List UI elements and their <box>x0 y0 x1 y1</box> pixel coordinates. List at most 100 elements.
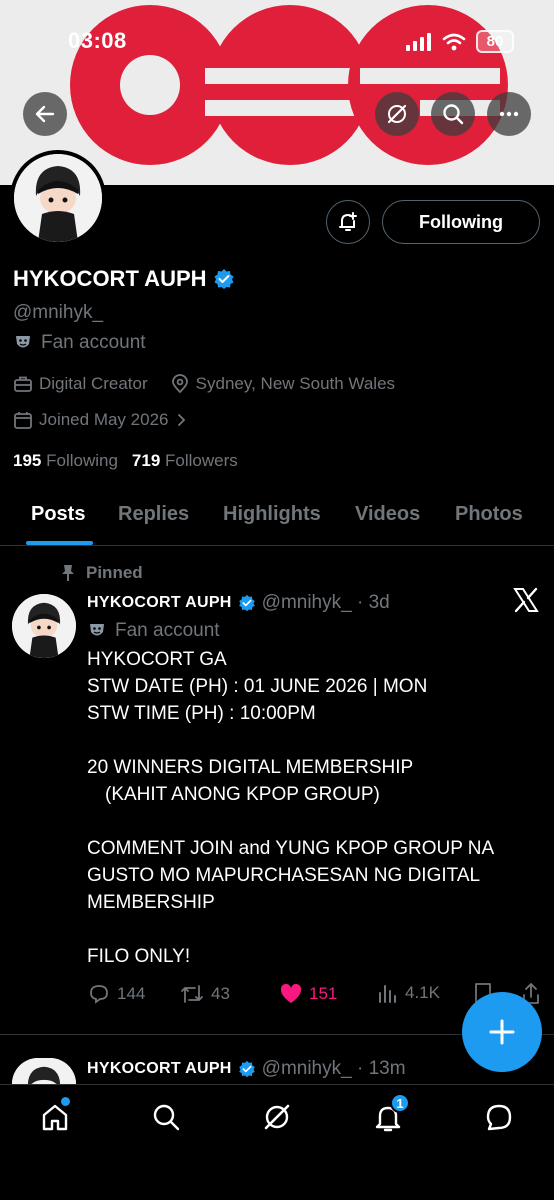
briefcase-icon <box>14 376 32 392</box>
bottom-navigation: 1 <box>0 1084 554 1200</box>
tab-videos[interactable]: Videos <box>355 503 420 526</box>
profile-name-row: HYKOCORT AUPH <box>13 266 235 292</box>
search-icon <box>443 104 464 125</box>
home-unread-dot <box>61 1097 70 1106</box>
post-line <box>87 916 527 943</box>
wifi-icon <box>442 33 466 50</box>
pinned-label: Pinned <box>86 563 143 582</box>
reply-icon <box>90 985 108 1004</box>
profile-category: Digital Creator <box>39 374 148 393</box>
back-button[interactable] <box>23 92 67 136</box>
search-icon <box>153 1104 180 1131</box>
profile-joined: Joined May 2026 <box>39 410 169 429</box>
avatar-chibi-image <box>14 154 102 242</box>
notifications-badge: 1 <box>390 1093 410 1113</box>
profile-avatar[interactable] <box>10 150 106 246</box>
profile-location: Sydney, New South Wales <box>195 374 396 393</box>
profile-name: HYKOCORT AUPH <box>13 266 207 291</box>
bell-plus-icon <box>339 212 357 231</box>
pinned-indicator: Pinned <box>60 563 143 583</box>
plus-icon <box>489 1019 515 1045</box>
profile-label-text: Fan account <box>41 332 146 353</box>
post-header: HYKOCORT AUPH @mnihyk_ · 13m <box>87 1058 406 1080</box>
profile-joined-row[interactable]: Joined May 2026 <box>13 410 188 430</box>
search-button[interactable] <box>431 92 475 136</box>
verified-badge-icon <box>238 1060 255 1078</box>
status-time: 03:08 <box>68 28 127 53</box>
post-handle-time: @mnihyk_ · 13m <box>261 1058 406 1079</box>
following-button[interactable]: Following <box>382 200 540 244</box>
chevron-right-icon <box>178 414 186 426</box>
profile-meta-row: Digital Creator Sydney, New South Wales <box>13 374 395 394</box>
followers-stat[interactable]: 719 Followers <box>132 451 238 471</box>
grok-icon <box>264 1104 290 1130</box>
pin-icon <box>62 565 74 581</box>
post-line: GUSTO MO MAPURCHASESAN NG DIGITAL <box>87 865 481 886</box>
like-button[interactable]: 151 <box>279 982 337 1006</box>
heart-filled-icon <box>280 983 302 1003</box>
verified-badge-icon[interactable] <box>213 268 235 290</box>
calendar-icon <box>14 412 32 429</box>
post-line: STW TIME (PH) : 10:00PM <box>87 703 316 724</box>
follow-stats: 195 Following 719 Followers <box>13 451 238 471</box>
tab-photos[interactable]: Photos <box>455 503 523 526</box>
views-count: 4.1K <box>405 983 440 1002</box>
repost-count: 43 <box>211 984 230 1003</box>
post-line <box>87 808 527 835</box>
location-pin-icon <box>171 374 188 394</box>
post-header: HYKOCORT AUPH @mnihyk_ · 3d <box>87 592 390 614</box>
verified-badge-icon <box>238 594 255 612</box>
reply-button[interactable]: 144 <box>87 982 145 1006</box>
active-tab-indicator <box>26 541 93 545</box>
post-author-name[interactable]: HYKOCORT AUPH <box>87 1060 232 1078</box>
profile-handle: @mnihyk_ <box>13 302 104 323</box>
grok-button[interactable] <box>375 92 419 136</box>
post-line: (KAHIT ANONG KPOP GROUP) <box>105 784 380 805</box>
avatar-chibi-image <box>12 594 76 658</box>
post-line <box>87 727 527 754</box>
notifications-toggle-button[interactable] <box>326 200 370 244</box>
views-button[interactable]: 4.1K <box>377 982 440 1004</box>
post-handle-time: @mnihyk_ · 3d <box>261 592 390 613</box>
status-bar: 03:08 80 <box>0 0 554 80</box>
nav-grok[interactable] <box>259 1099 295 1135</box>
following-stat[interactable]: 195 Following <box>13 451 118 471</box>
repost-icon <box>181 985 203 1003</box>
nav-explore[interactable] <box>148 1099 184 1135</box>
chat-bubble-icon <box>486 1104 512 1131</box>
nav-notifications[interactable]: 1 <box>370 1093 410 1135</box>
cellular-signal-icon <box>406 32 431 51</box>
post-author-label-text: Fan account <box>115 620 220 641</box>
more-options-button[interactable] <box>487 92 531 136</box>
tab-replies[interactable]: Replies <box>118 503 189 526</box>
x-logo-icon[interactable] <box>512 586 540 622</box>
profile-tabs: Posts Replies Highlights Videos Photos <box>0 490 554 546</box>
like-count: 151 <box>309 984 338 1003</box>
grok-icon <box>387 104 407 124</box>
post-line: STW DATE (PH) : 01 JUNE 2026 | MON <box>87 676 428 697</box>
post-avatar[interactable] <box>12 594 76 658</box>
repost-button[interactable]: 43 <box>179 982 230 1006</box>
nav-messages[interactable] <box>481 1099 517 1135</box>
post-text[interactable]: HYKOCORT GA STW DATE (PH) : 01 JUNE 2026… <box>87 646 527 970</box>
status-icons: 80 <box>406 30 514 53</box>
post-avatar[interactable] <box>12 1058 76 1084</box>
more-horizontal-icon <box>499 111 519 117</box>
post-line: 20 WINNERS DIGITAL MEMBERSHIP <box>87 757 414 778</box>
tab-highlights[interactable]: Highlights <box>223 503 321 526</box>
nav-home[interactable] <box>37 1097 73 1135</box>
compose-post-button[interactable] <box>462 992 542 1072</box>
arrow-left-icon <box>35 105 55 123</box>
avatar-chibi-image <box>12 1058 76 1084</box>
reply-count: 144 <box>117 984 146 1003</box>
theater-masks-icon <box>16 336 30 348</box>
post-line: MEMBERSHIP <box>87 892 215 913</box>
post-author-name[interactable]: HYKOCORT AUPH <box>87 594 232 612</box>
battery-indicator: 80 <box>476 30 514 53</box>
analytics-icon <box>379 985 396 1003</box>
post-line: COMMENT JOIN and YUNG KPOP GROUP NA <box>87 838 495 859</box>
profile-label: Fan account <box>13 332 146 354</box>
tab-posts[interactable]: Posts <box>31 503 85 526</box>
post-line: HYKOCORT GA <box>87 649 227 670</box>
post-author-label: Fan account <box>87 620 220 642</box>
